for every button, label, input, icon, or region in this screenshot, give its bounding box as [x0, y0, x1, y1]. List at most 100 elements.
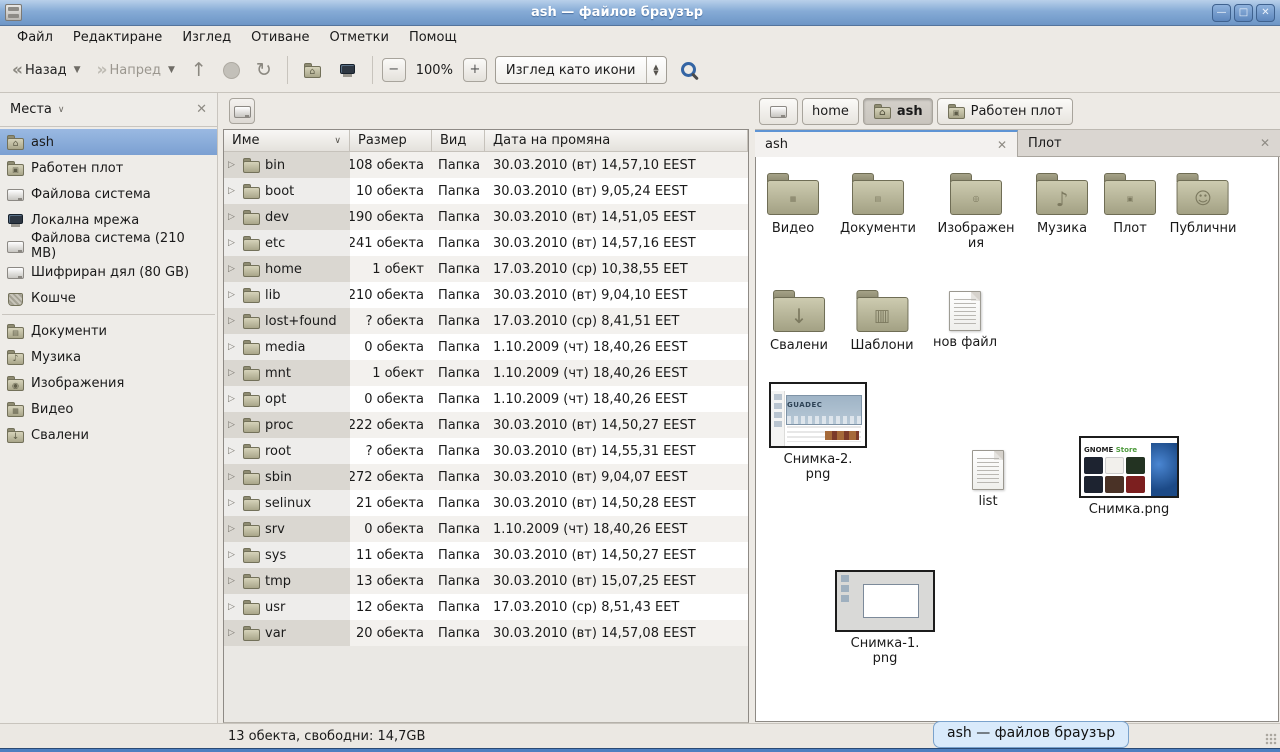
folder-templates[interactable]: Шаблони	[850, 290, 913, 353]
menu-item[interactable]: Отметки	[320, 28, 397, 47]
sidebar-item[interactable]: Файлова система	[0, 181, 217, 207]
path-button-root[interactable]	[759, 98, 798, 125]
path-button-home[interactable]: home	[802, 98, 859, 125]
table-row[interactable]: ▷ media 0 обекта Папка 1.10.2009 (чт) 18…	[224, 334, 748, 360]
expander-icon[interactable]: ▷	[228, 160, 238, 170]
expander-icon[interactable]: ▷	[228, 342, 238, 352]
expander-icon[interactable]: ▷	[228, 602, 238, 612]
table-row[interactable]: ▷ opt 0 обекта Папка 1.10.2009 (чт) 18,4…	[224, 386, 748, 412]
reload-button[interactable]: ↻	[250, 54, 278, 86]
expander-icon[interactable]: ▷	[228, 524, 238, 534]
forward-button[interactable]: » Напред ▼	[91, 55, 181, 85]
table-row[interactable]: ▷ bin 108 обекта Папка 30.03.2010 (вт) 1…	[224, 152, 748, 178]
sidebar-title-dropdown[interactable]: Места ∨	[10, 102, 65, 117]
expander-icon[interactable]: ▷	[228, 186, 238, 196]
expander-icon[interactable]: ▷	[228, 212, 238, 222]
zoom-out-button[interactable]: −	[382, 58, 406, 82]
folder-public[interactable]: Публични	[1170, 173, 1237, 236]
expander-icon[interactable]: ▷	[228, 446, 238, 456]
column-header-type[interactable]: Вид	[432, 130, 485, 151]
view-mode-select[interactable]: Изглед като икони ▲▼	[495, 56, 667, 84]
file-snimka1[interactable]: Снимка-1.png	[835, 570, 935, 666]
expander-icon[interactable]: ▷	[228, 498, 238, 508]
table-row[interactable]: ▷ home 1 обект Папка 17.03.2010 (ср) 10,…	[224, 256, 748, 282]
table-row[interactable]: ▷ sys 11 обекта Папка 30.03.2010 (вт) 14…	[224, 542, 748, 568]
file-snimka2[interactable]: GUADEC Снимка-2.png	[769, 382, 867, 482]
home-button[interactable]	[297, 57, 328, 84]
maximize-button[interactable]: □	[1234, 4, 1253, 22]
tab-ash[interactable]: ash ✕	[755, 130, 1018, 157]
folder-music[interactable]: Музика	[1034, 173, 1090, 236]
root-location-button[interactable]	[229, 98, 255, 124]
expander-icon[interactable]: ▷	[228, 316, 238, 326]
sidebar-bookmark[interactable]: Музика	[0, 344, 217, 370]
column-header-name[interactable]: Име ∨	[224, 130, 350, 151]
table-row[interactable]: ▷ boot 10 обекта Папка 30.03.2010 (вт) 9…	[224, 178, 748, 204]
close-button[interactable]: ✕	[1256, 4, 1275, 22]
table-row[interactable]: ▷ var 20 обекта Папка 30.03.2010 (вт) 14…	[224, 620, 748, 646]
expander-icon[interactable]: ▷	[228, 628, 238, 638]
expander-icon[interactable]: ▷	[228, 368, 238, 378]
file-snimka[interactable]: GNOME Store Снимка.png	[1079, 436, 1179, 517]
zoom-in-button[interactable]: +	[463, 58, 487, 82]
titlebar[interactable]: ash — файлов браузър — □ ✕	[0, 0, 1280, 26]
folder-documents[interactable]: Документи	[840, 173, 916, 236]
sidebar-item[interactable]: Файлова система (210 MB)	[0, 233, 217, 259]
sidebar-bookmark[interactable]: Видео	[0, 396, 217, 422]
expander-icon[interactable]: ▷	[228, 576, 238, 586]
folder-desktop[interactable]: Плот	[1102, 173, 1158, 236]
forward-dropdown-icon[interactable]: ▼	[168, 65, 175, 75]
back-dropdown-icon[interactable]: ▼	[74, 65, 81, 75]
sidebar-item[interactable]: Шифриран дял (80 GB)	[0, 259, 217, 285]
search-icon[interactable]	[681, 62, 696, 77]
table-row[interactable]: ▷ tmp 13 обекта Папка 30.03.2010 (вт) 15…	[224, 568, 748, 594]
menu-item[interactable]: Отиване	[242, 28, 318, 47]
menu-item[interactable]: Редактиране	[64, 28, 171, 47]
table-row[interactable]: ▷ usr 12 обекта Папка 17.03.2010 (ср) 8,…	[224, 594, 748, 620]
table-row[interactable]: ▷ etc 241 обекта Папка 30.03.2010 (вт) 1…	[224, 230, 748, 256]
table-row[interactable]: ▷ lost+found ? обекта Папка 17.03.2010 (…	[224, 308, 748, 334]
expander-icon[interactable]: ▷	[228, 264, 238, 274]
sidebar-bookmark[interactable]: Документи	[0, 318, 217, 344]
table-row[interactable]: ▷ root ? обекта Папка 30.03.2010 (вт) 14…	[224, 438, 748, 464]
folder-images[interactable]: Изображения	[936, 173, 1016, 251]
back-button[interactable]: « Назад ▼	[6, 55, 87, 85]
minimize-button[interactable]: —	[1212, 4, 1231, 22]
expander-icon[interactable]: ▷	[228, 472, 238, 482]
expander-icon[interactable]: ▷	[228, 238, 238, 248]
folder-video[interactable]: Видео	[765, 173, 821, 236]
resize-grip[interactable]	[1265, 733, 1277, 745]
stop-button[interactable]	[217, 57, 246, 84]
expander-icon[interactable]: ▷	[228, 290, 238, 300]
sidebar-bookmark[interactable]: Свалени	[0, 422, 217, 448]
expander-icon[interactable]: ▷	[228, 420, 238, 430]
menu-item[interactable]: Файл	[8, 28, 62, 47]
table-row[interactable]: ▷ proc 222 обекта Папка 30.03.2010 (вт) …	[224, 412, 748, 438]
table-row[interactable]: ▷ sbin 272 обекта Папка 30.03.2010 (вт) …	[224, 464, 748, 490]
folder-downloads[interactable]: Свалени	[770, 290, 828, 353]
expander-icon[interactable]: ▷	[228, 394, 238, 404]
column-header-date[interactable]: Дата на промяна	[485, 130, 748, 151]
sidebar-item[interactable]: Кошче	[0, 285, 217, 311]
table-row[interactable]: ▷ selinux 21 обекта Папка 30.03.2010 (вт…	[224, 490, 748, 516]
icon-view[interactable]: Видео Документи Изображения Музика Плот	[755, 157, 1279, 722]
menu-item[interactable]: Помощ	[400, 28, 466, 47]
tab-close-icon[interactable]: ✕	[1260, 136, 1270, 150]
tab-plot[interactable]: Плот ✕	[1018, 130, 1280, 157]
file-newfile[interactable]: нов файл	[933, 291, 997, 350]
path-button-desktop[interactable]: Работен плот	[937, 98, 1073, 125]
tab-close-icon[interactable]: ✕	[997, 138, 1007, 152]
menu-item[interactable]: Изглед	[173, 28, 240, 47]
column-header-size[interactable]: Размер	[350, 130, 432, 151]
table-row[interactable]: ▷ dev 190 обекта Папка 30.03.2010 (вт) 1…	[224, 204, 748, 230]
table-row[interactable]: ▷ srv 0 обекта Папка 1.10.2009 (чт) 18,4…	[224, 516, 748, 542]
sidebar-item[interactable]: ash	[0, 129, 217, 155]
sidebar-item[interactable]: Работен плот	[0, 155, 217, 181]
table-row[interactable]: ▷ mnt 1 обект Папка 1.10.2009 (чт) 18,40…	[224, 360, 748, 386]
sidebar-bookmark[interactable]: Изображения	[0, 370, 217, 396]
up-button[interactable]: ↑	[185, 54, 213, 86]
sidebar-close-icon[interactable]: ✕	[196, 102, 207, 117]
file-list-doc[interactable]: list	[972, 450, 1004, 509]
path-button-ash[interactable]: ash	[863, 98, 933, 125]
computer-button[interactable]	[332, 57, 363, 84]
